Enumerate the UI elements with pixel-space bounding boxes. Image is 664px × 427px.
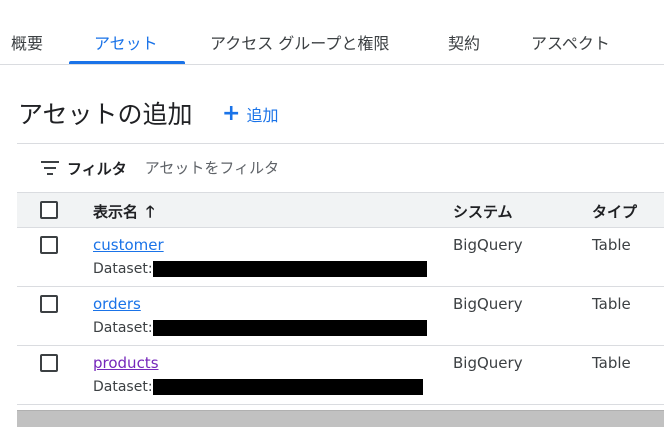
dataset-label: Dataset: [93, 379, 153, 395]
active-tab-indicator [69, 61, 185, 64]
filter-label: フィルタ [67, 159, 127, 178]
asset-system: BigQuery [453, 236, 523, 254]
redacted-dataset-value [152, 320, 427, 336]
dataset-info: Dataset: [93, 261, 427, 277]
redacted-dataset-value [152, 379, 423, 395]
table-row: customer Dataset: BigQuery Table [17, 228, 664, 287]
add-asset-label: 追加 [246, 106, 279, 125]
page-title: アセットの追加 [18, 100, 193, 129]
add-asset-button[interactable]: + 追加 [222, 101, 278, 127]
row-checkbox[interactable] [40, 354, 58, 372]
filter-bar: フィルタ [17, 143, 664, 192]
dataset-label: Dataset: [93, 320, 153, 336]
tab-assets[interactable]: アセット [94, 30, 158, 54]
asset-table: 表示名 🡑 システム タイプ customer Dataset: BigQuery… [17, 192, 664, 405]
column-name-label: 表示名 [93, 203, 139, 221]
asset-name-link[interactable]: customer [93, 236, 164, 254]
column-header-type: タイプ [592, 203, 638, 221]
dataset-info: Dataset: [93, 379, 423, 395]
column-header-name[interactable]: 表示名 🡑 [93, 201, 154, 228]
tab-bar: 概要 アセット アクセス グループと権限 契約 アスペクト [0, 0, 664, 65]
asset-system: BigQuery [453, 295, 523, 313]
filter-input[interactable] [144, 159, 445, 177]
dataset-label: Dataset: [93, 261, 153, 277]
table-row: orders Dataset: BigQuery Table [17, 287, 664, 346]
redacted-dataset-value [152, 261, 427, 277]
tab-overview[interactable]: 概要 [11, 30, 43, 54]
table-row: products Dataset: BigQuery Table [17, 346, 664, 405]
horizontal-scrollbar[interactable] [17, 410, 664, 427]
filter-list-icon[interactable] [41, 161, 59, 175]
asset-type: Table [592, 354, 631, 372]
row-checkbox[interactable] [40, 236, 58, 254]
table-header: 表示名 🡑 システム タイプ [17, 192, 664, 228]
column-header-system: システム [453, 203, 513, 221]
asset-system: BigQuery [453, 354, 523, 372]
asset-name-link[interactable]: orders [93, 295, 141, 313]
arrow-up-icon[interactable]: 🡑 [146, 202, 154, 221]
plus-icon: + [222, 101, 241, 126]
tab-aspects[interactable]: アスペクト [531, 30, 610, 54]
tab-access-groups[interactable]: アクセス グループと権限 [210, 30, 389, 54]
select-all-checkbox[interactable] [40, 201, 58, 219]
tab-contracts[interactable]: 契約 [448, 30, 480, 54]
asset-type: Table [592, 295, 631, 313]
row-checkbox[interactable] [40, 295, 58, 313]
asset-name-link[interactable]: products [93, 354, 159, 372]
asset-type: Table [592, 236, 631, 254]
dataset-info: Dataset: [93, 320, 427, 336]
